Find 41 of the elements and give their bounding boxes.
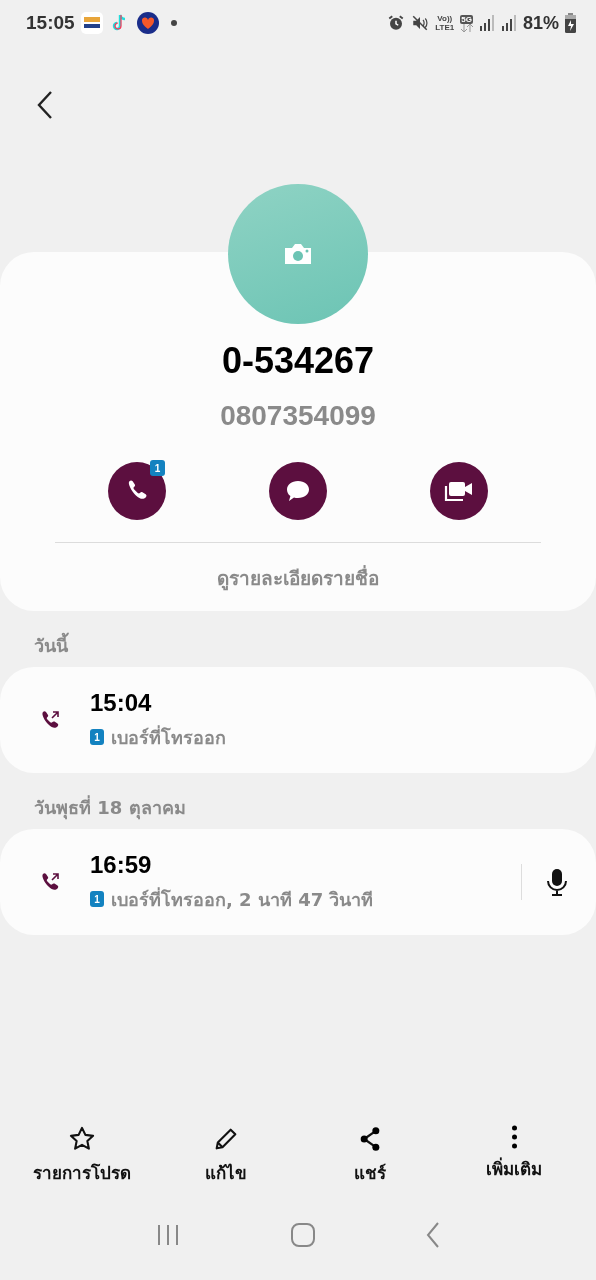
battery-charging-icon <box>565 13 576 33</box>
network-label: 5G <box>460 14 473 24</box>
toolbar-button[interactable]: เพิ่มเติม <box>449 1125 579 1186</box>
back-icon[interactable] <box>426 1222 441 1248</box>
more-notifications-icon <box>170 20 177 26</box>
toolbar-button[interactable]: แชร์ <box>305 1125 435 1186</box>
signal-icon <box>500 14 517 32</box>
toolbar-button[interactable]: รายการโปรด <box>17 1125 147 1186</box>
sim-badge: 1 <box>150 460 165 476</box>
phone-number: 0807354099 <box>220 400 376 432</box>
volte-label: Vo)) <box>437 14 453 23</box>
date-header: วันพุธที่ 18 ตุลาคม <box>33 794 187 819</box>
toolbar-button[interactable]: แก้ไข <box>161 1125 291 1186</box>
camera-icon <box>283 243 313 265</box>
status-time: 15:05 <box>26 12 75 34</box>
signal-icon <box>478 14 495 32</box>
more-icon <box>511 1125 517 1149</box>
call-time: 16:59 <box>90 850 153 879</box>
message-button[interactable] <box>269 462 327 520</box>
call-button[interactable]: 1 <box>108 462 166 520</box>
star-icon <box>68 1125 96 1153</box>
sim-badge: 1 <box>90 891 104 907</box>
mute-icon <box>411 14 430 32</box>
battery-percent: 81% <box>522 12 559 34</box>
alarm-icon <box>387 14 406 32</box>
recent-apps-icon[interactable] <box>155 1224 180 1246</box>
call-detail: เบอร์ที่โทรออก <box>111 724 226 750</box>
app-notification-icon <box>80 12 103 34</box>
chat-bubble-icon <box>284 478 312 504</box>
call-time: 15:04 <box>90 688 153 717</box>
microphone-icon[interactable] <box>546 868 568 896</box>
contact-name: 0-534267 <box>221 340 375 382</box>
lte-label: LTE1 <box>435 23 455 32</box>
home-icon[interactable] <box>291 1223 315 1247</box>
video-call-button[interactable] <box>430 462 488 520</box>
data-arrows-icon <box>460 23 473 32</box>
date-header: วันนี้ <box>0 631 596 657</box>
call-detail: เบอร์ที่โทรออก, 2 นาที 47 วินาที <box>111 886 374 912</box>
call-log-entry[interactable]: 16:59 1 เบอร์ที่โทรออก, 2 นาที 47 วินาที <box>0 829 596 935</box>
sim-badge: 1 <box>90 729 104 745</box>
call-log-entry[interactable]: 15:04 1 เบอร์ที่โทรออก <box>0 667 596 773</box>
